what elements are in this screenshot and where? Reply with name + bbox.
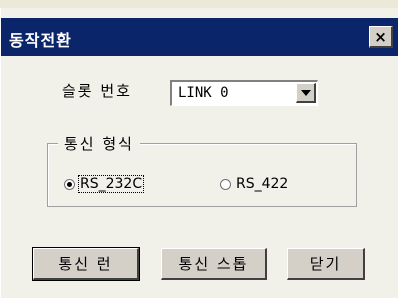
radio-rs232c[interactable]: RS_232C [64, 175, 145, 193]
window-title: 동작전환 [9, 31, 72, 50]
slot-label: 슬롯 번호 [62, 82, 132, 100]
close-button[interactable]: × [369, 26, 393, 48]
radio-rs422-label: RS_422 [236, 176, 289, 192]
radio-selected-dot [67, 181, 72, 187]
slot-select[interactable]: LINK 0 [170, 80, 318, 106]
close-dialog-button[interactable]: 닫기 [287, 248, 365, 280]
title-bar: 동작전환 × [1, 18, 398, 56]
radio-button-icon [64, 178, 75, 190]
slot-select-value: LINK 0 [178, 85, 229, 101]
comm-stop-button[interactable]: 통신 스톱 [161, 248, 267, 280]
comm-run-button[interactable]: 통신 런 [32, 247, 140, 281]
radio-rs422[interactable]: RS_422 [220, 176, 289, 192]
radio-rs232c-label: RS_232C [77, 175, 145, 193]
chevron-down-icon [301, 90, 311, 96]
radio-button-icon [220, 178, 231, 190]
dropdown-button[interactable] [296, 83, 316, 103]
comm-type-group-title: 통신 형식 [58, 133, 140, 154]
close-icon: × [374, 27, 387, 46]
